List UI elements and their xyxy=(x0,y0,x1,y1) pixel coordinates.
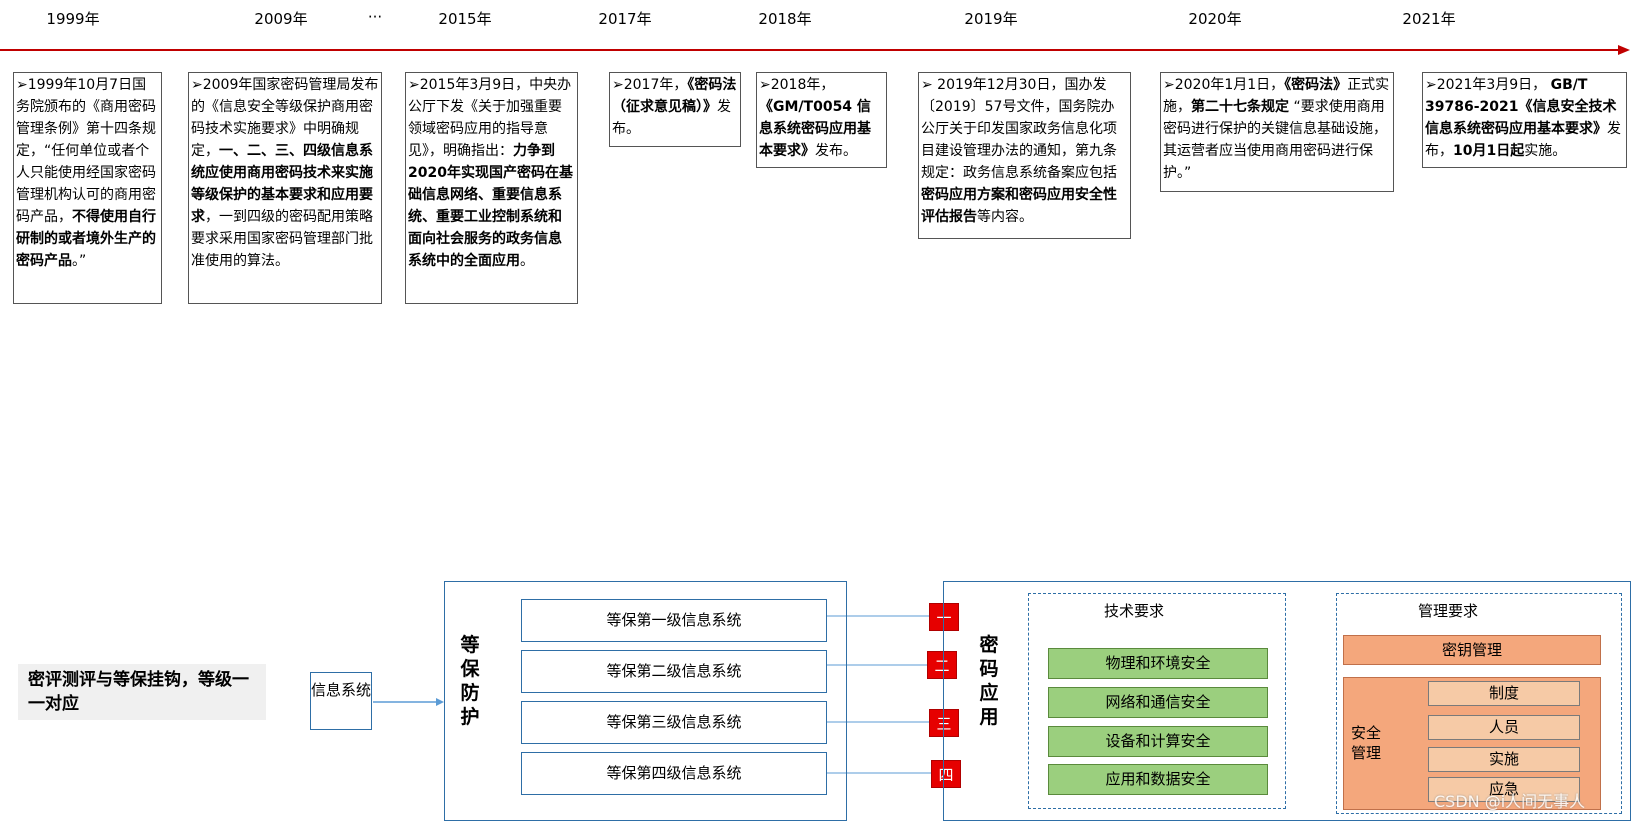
card-text: 发布。 xyxy=(815,143,857,159)
year-label: 2017年 xyxy=(598,10,652,28)
level-system-1: 等保第一级信息系统 xyxy=(521,599,827,642)
year-label: 2018年 xyxy=(758,10,812,28)
card-text: ，一到四级的密码配用策略要求采用国家密码管理部门批准使用的算法。 xyxy=(191,209,373,269)
card-text-bold: 力争到2020年实现国产密码在基础信息网络、重要信息系统、重要工业控制系统和面向… xyxy=(408,143,573,269)
crypto-label: 密码应用 xyxy=(979,634,999,728)
card-text-bold: 10月1日起 xyxy=(1453,143,1525,159)
card-text: ➢2017年， xyxy=(612,77,688,93)
card-text: ➢2020年1月1日， xyxy=(1163,77,1285,93)
title-panel: 密评测评与等保挂钩，等级一一对应 xyxy=(18,664,266,720)
timeline-card-2009: ➢2009年国家密码管理局发布的《信息安全等级保护商用密码技术实施要求》中明确规… xyxy=(188,72,382,304)
tech-item: 设备和计算安全 xyxy=(1048,726,1268,757)
timeline-card-2021: ➢2021年3月9日， GB/T 39786-2021《信息安全技术 信息系统密… xyxy=(1422,72,1627,168)
card-text: 等内容。 xyxy=(977,209,1033,225)
card-text: 。 xyxy=(520,253,534,269)
timeline-card-2020: ➢2020年1月1日，《密码法》正式实施，第二十七条规定 “要求使用商用密码进行… xyxy=(1160,72,1394,192)
year-label: 2009年 xyxy=(254,10,308,28)
timeline-card-1999: ➢1999年10月7日国务院颁布的《商用密码管理条例》第十四条规定，“任何单位或… xyxy=(13,72,162,304)
security-management-label: 安全管理 xyxy=(1351,724,1382,762)
tech-item: 物理和环境安全 xyxy=(1048,648,1268,679)
timeline-arrow xyxy=(0,45,1630,55)
year-label: 2020年 xyxy=(1188,10,1242,28)
year-label: 2015年 xyxy=(438,10,492,28)
card-text: ➢2018年， xyxy=(759,77,835,93)
tech-title: 技术要求 xyxy=(1104,602,1165,620)
timeline-card-2018: ➢2018年，《GM/T0054 信息系统密码应用基本要求》发布。 xyxy=(756,72,887,168)
tech-item: 网络和通信安全 xyxy=(1048,687,1268,718)
card-text-bold: 《密码法》 xyxy=(1284,77,1348,93)
card-text-bold: 第二十七条规定 xyxy=(1191,99,1289,115)
card-text: 实施。 xyxy=(1524,143,1567,159)
tech-item: 应用和数据安全 xyxy=(1048,764,1268,795)
level-system-3: 等保第三级信息系统 xyxy=(521,701,827,744)
year-label: 2021年 xyxy=(1402,10,1456,28)
year-label: 1999年 xyxy=(46,10,100,28)
year-label: 2019年 xyxy=(964,10,1018,28)
mgmt-title: 管理要求 xyxy=(1418,602,1479,620)
year-ellipsis: ··· xyxy=(367,8,383,26)
timeline-card-2017: ➢2017年，《密码法（征求意见稿）》发布。 xyxy=(609,72,741,147)
mgmt-item: 实施 xyxy=(1428,747,1580,772)
level-system-4: 等保第四级信息系统 xyxy=(521,752,827,795)
watermark: CSDN @i人间无事人 xyxy=(1434,792,1586,811)
card-text: ➢2021年3月9日， xyxy=(1425,77,1551,93)
mgmt-item: 制度 xyxy=(1428,681,1580,706)
timeline-card-2019: ➢ 2019年12月30日，国办发〔2019〕57号文件，国务院办公厅关于印发国… xyxy=(918,72,1131,239)
dengbao-label: 等保防护 xyxy=(460,634,480,728)
mgmt-item: 人员 xyxy=(1428,715,1580,740)
level-system-2: 等保第二级信息系统 xyxy=(521,650,827,693)
card-text: ➢1999年10月7日国务院颁布的《商用密码管理条例》第十四条规定，“任何单位或… xyxy=(16,77,156,225)
info-system-box: 信息系统 xyxy=(310,672,372,730)
card-text: 。” xyxy=(72,253,87,269)
key-management: 密钥管理 xyxy=(1343,635,1601,665)
diagram-title: 密评测评与等保挂钩，等级一一对应 xyxy=(28,670,249,714)
card-text: ➢ 2019年12月30日，国办发〔2019〕57号文件，国务院办公厅关于印发国… xyxy=(921,77,1117,181)
timeline-card-2015: ➢2015年3月9日，中央办公厅下发《关于加强重要领域密码应用的指导意见》，明确… xyxy=(405,72,578,304)
